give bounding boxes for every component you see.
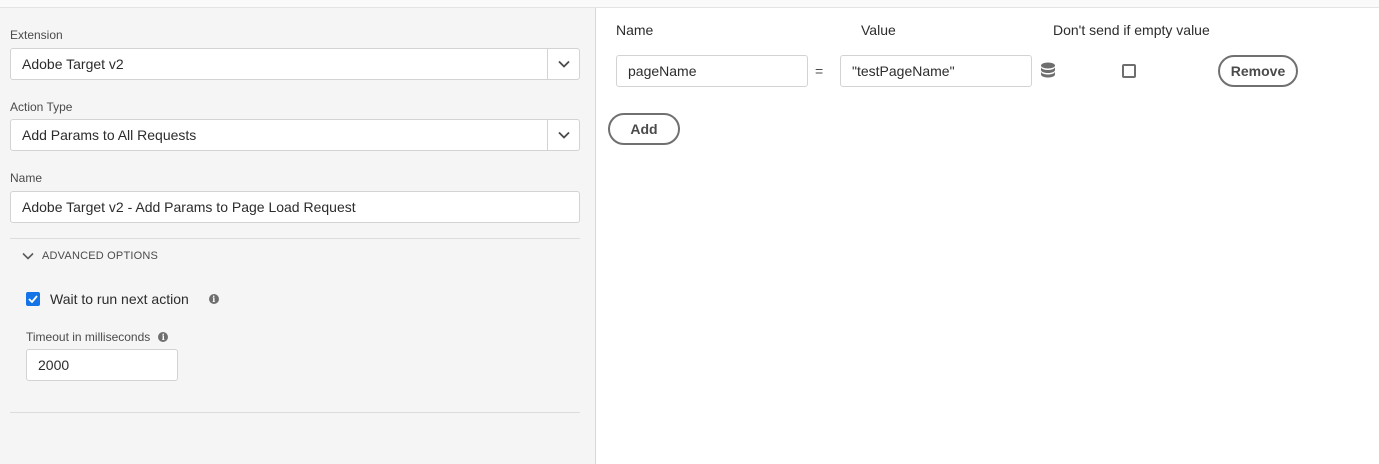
add-button[interactable]: Add: [608, 113, 680, 145]
wait-to-run-checkbox[interactable]: [26, 292, 40, 306]
param-value-input[interactable]: "testPageName": [840, 55, 1032, 87]
database-icon[interactable]: [1040, 62, 1056, 80]
value-column-header: Value: [861, 22, 896, 38]
chevron-down-icon: [557, 131, 570, 139]
info-icon[interactable]: i: [208, 294, 219, 304]
extension-value: Adobe Target v2: [22, 56, 124, 72]
timeout-input[interactable]: 2000: [26, 349, 178, 381]
action-type-select[interactable]: Add Params to All Requests: [10, 119, 580, 151]
action-type-value: Add Params to All Requests: [22, 127, 197, 143]
dont-send-checkbox[interactable]: [1122, 64, 1136, 78]
top-border: [0, 0, 1379, 8]
divider: [10, 412, 580, 413]
remove-button[interactable]: Remove: [1218, 55, 1298, 87]
timeout-label-row: Timeout in milliseconds i: [26, 330, 169, 344]
name-column-header: Name: [616, 22, 654, 38]
timeout-label: Timeout in milliseconds: [26, 330, 151, 344]
action-type-label: Action Type: [10, 100, 73, 114]
wait-to-run-row: Wait to run next action i: [26, 291, 219, 307]
chevron-down-icon: [22, 252, 34, 260]
equals-sign: =: [815, 63, 824, 79]
advanced-options-toggle[interactable]: ADVANCED OPTIONS: [22, 250, 158, 262]
divider: [10, 238, 580, 239]
info-icon[interactable]: i: [158, 332, 169, 342]
advanced-options-label: ADVANCED OPTIONS: [42, 250, 159, 262]
param-name-input[interactable]: pageName: [616, 55, 808, 87]
name-input[interactable]: Adobe Target v2 - Add Params to Page Loa…: [10, 191, 580, 223]
action-type-dropdown-button[interactable]: [547, 120, 579, 150]
action-config-panel: Extension Adobe Target v2 Action Type Ad…: [0, 8, 596, 464]
wait-to-run-label: Wait to run next action: [50, 291, 189, 307]
extension-dropdown-button[interactable]: [547, 49, 579, 79]
checkmark-icon: [28, 295, 38, 303]
extension-label: Extension: [10, 28, 63, 42]
name-label: Name: [10, 171, 43, 185]
chevron-down-icon: [557, 60, 570, 68]
extension-select[interactable]: Adobe Target v2: [10, 48, 580, 80]
dont-send-column-header: Don't send if empty value: [1053, 22, 1210, 38]
